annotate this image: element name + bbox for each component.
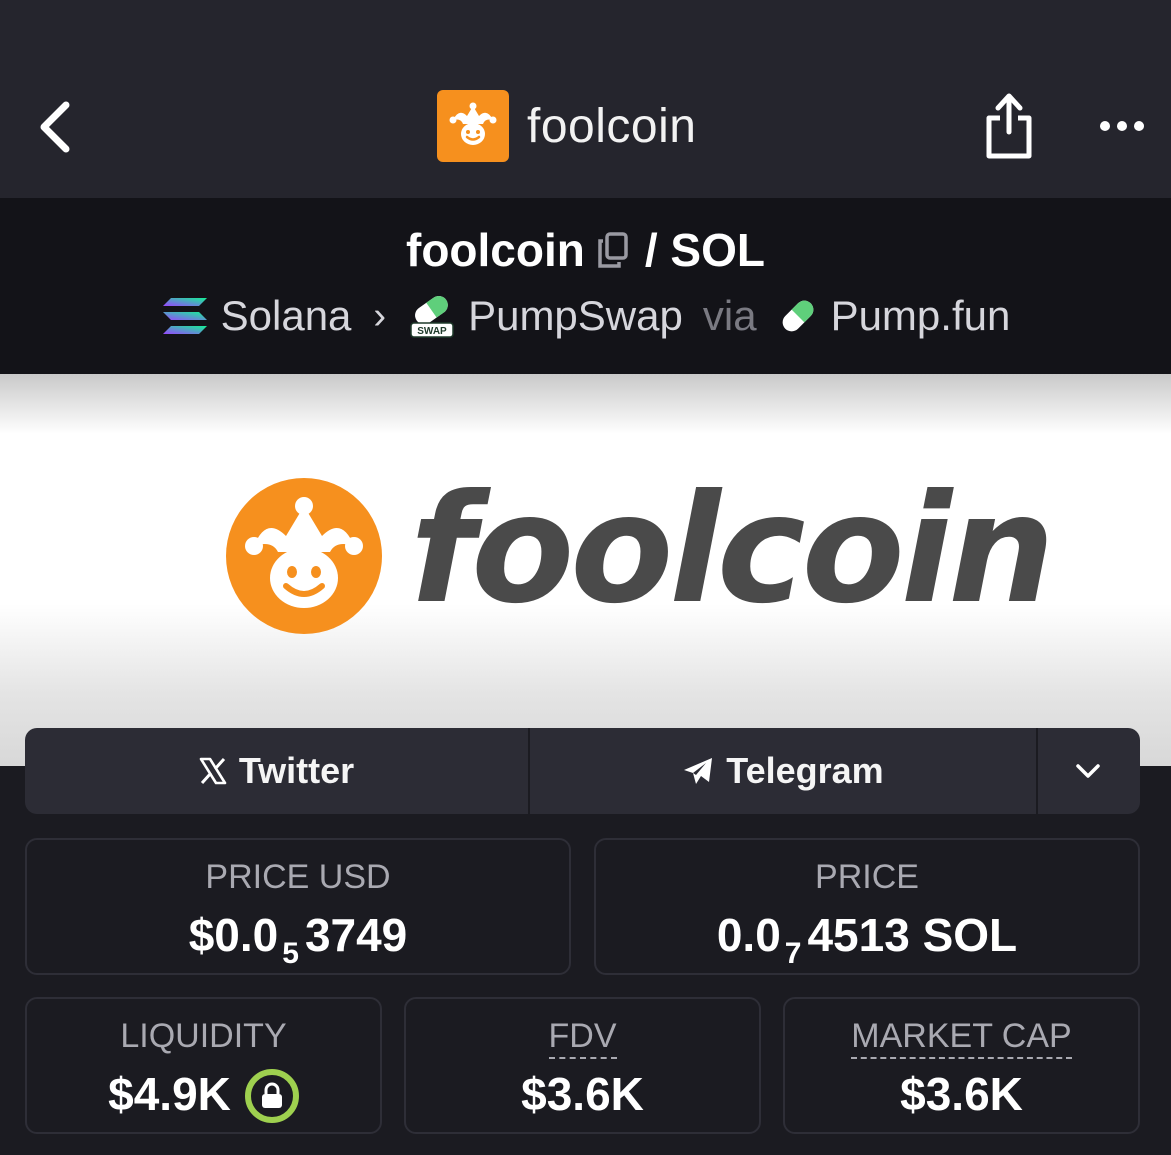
chevron-right-icon: ›: [373, 294, 387, 337]
dex-label: PumpSwap: [468, 292, 683, 339]
banner-wordmark: foolcoin: [410, 463, 1055, 637]
pair-header: foolcoin / SOL Solana › SWAP PumpSwap vi…: [0, 198, 1171, 374]
liquidity-card: LIQUIDITY $4.9K: [25, 997, 382, 1134]
more-options-button[interactable]: [1094, 108, 1150, 144]
telegram-label: Telegram: [726, 750, 884, 791]
pill-icon: [782, 300, 813, 332]
lock-icon[interactable]: [244, 1069, 299, 1123]
dex-badge-text: SWAP: [417, 326, 447, 337]
price-sol-value: 0.0 7 4513 SOL: [596, 908, 1138, 970]
market-cap-card[interactable]: MARKET CAP $3.6K: [783, 997, 1140, 1134]
nav-title-group: foolcoin: [437, 90, 696, 162]
price-usd-prefix: $0.0: [188, 909, 279, 961]
back-button[interactable]: [30, 98, 78, 156]
price-usd-card: PRICE USD $0.0 5 3749: [25, 838, 571, 975]
token-banner: foolcoin: [0, 374, 1171, 766]
base-token-name: foolcoin: [406, 224, 585, 276]
page-title: foolcoin: [527, 99, 697, 153]
more-dots-icon: [1100, 121, 1110, 131]
twitter-button[interactable]: Twitter: [25, 728, 530, 814]
launchpad-label: Pump.fun: [830, 292, 1011, 339]
launchpad-link[interactable]: Pump.fun: [777, 292, 1011, 340]
telegram-icon: [684, 758, 713, 784]
fdv-value: $3.6K: [521, 1068, 644, 1120]
fdv-label: FDV: [548, 1017, 617, 1059]
top-nav-bar: foolcoin: [0, 0, 1171, 198]
x-logo-icon: [199, 757, 227, 785]
social-links: Twitter Telegram: [25, 728, 1140, 814]
price-sol-zero-count: 7: [784, 937, 802, 970]
route-breadcrumb: Solana › SWAP PumpSwap via Pump.fun: [0, 290, 1171, 342]
price-sol-label: PRICE: [815, 858, 919, 896]
solana-icon: [162, 298, 207, 334]
jester-logo-icon: [226, 478, 382, 634]
liquidity-value-row: $4.9K: [27, 1067, 380, 1123]
price-sol-card: PRICE 0.0 7 4513 SOL: [594, 838, 1140, 975]
market-cap-value: $3.6K: [900, 1068, 1023, 1120]
liquidity-label: LIQUIDITY: [120, 1017, 287, 1055]
price-usd-value: $0.0 5 3749: [27, 908, 569, 970]
pair-title: foolcoin / SOL: [0, 222, 1171, 278]
telegram-button[interactable]: Telegram: [530, 728, 1038, 814]
market-cap-label: MARKET CAP: [851, 1017, 1072, 1059]
pumpswap-icon: SWAP: [410, 296, 454, 338]
quote-token: / SOL: [644, 224, 765, 276]
chevron-down-icon: [1076, 764, 1100, 778]
copy-icon[interactable]: [597, 230, 633, 270]
price-usd-zero-count: 5: [282, 937, 299, 970]
dex-link[interactable]: SWAP PumpSwap: [408, 292, 683, 340]
fdv-card[interactable]: FDV $3.6K: [404, 997, 761, 1134]
via-label: via: [702, 292, 757, 339]
chain-label: Solana: [220, 292, 352, 339]
more-links-dropdown[interactable]: [1038, 728, 1138, 814]
liquidity-value: $4.9K: [108, 1068, 231, 1120]
chevron-left-icon: [40, 101, 70, 153]
price-usd-label: PRICE USD: [205, 858, 391, 896]
chain-link[interactable]: Solana: [161, 292, 352, 340]
twitter-label: Twitter: [238, 750, 355, 791]
foolcoin-logo-icon: [437, 90, 509, 162]
share-icon: [986, 93, 1032, 159]
share-button[interactable]: [980, 90, 1038, 162]
price-usd-digits: 3749: [304, 909, 408, 961]
price-sol-prefix: 0.0: [716, 909, 781, 961]
price-sol-digits: 4513 SOL: [807, 909, 1018, 961]
